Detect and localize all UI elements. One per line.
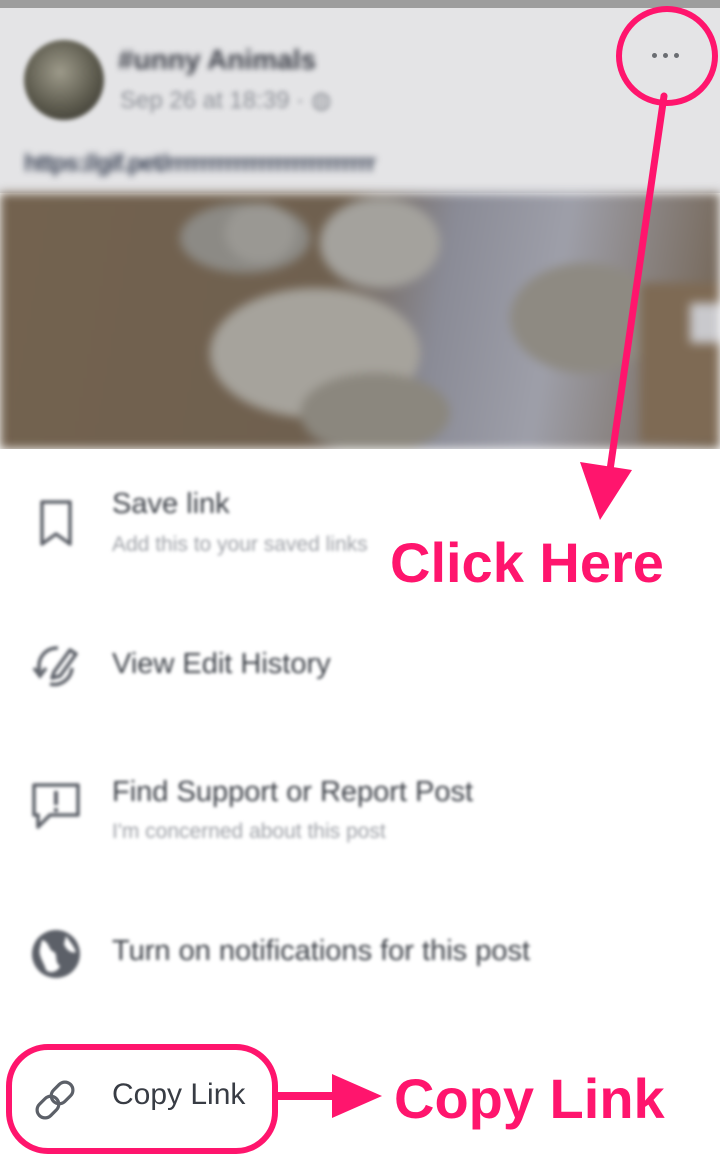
- post-timestamp: Sep 26 at 18:39 · ◍: [120, 87, 332, 114]
- menu-item-label: Turn on notifications for this post: [112, 935, 531, 967]
- menu-item-sublabel: Add this to your saved links: [112, 533, 368, 556]
- globe-small-icon: ◍: [310, 87, 332, 114]
- post-author[interactable]: #unny Animals: [118, 44, 316, 76]
- click-here-annotation: Click Here: [390, 531, 664, 594]
- menu-item-sublabel: I'm concerned about this post: [112, 820, 386, 843]
- post-image[interactable]: [0, 193, 720, 449]
- post-link-text[interactable]: https://gif.pet/rrrrrrrrrrrrrrrrrrrrrrrr…: [24, 150, 376, 178]
- bookmark-icon: [40, 500, 72, 546]
- globe-icon: [32, 930, 80, 978]
- menu-item-label: Save link: [112, 488, 230, 520]
- more-button-highlight-ring: [616, 6, 718, 106]
- copy-link-highlight-ring: [6, 1044, 278, 1154]
- edit-history-icon: [32, 646, 78, 687]
- top-status-strip: [0, 0, 720, 8]
- menu-item-label: Find Support or Report Post: [112, 776, 474, 808]
- menu-item-label: View Edit History: [112, 648, 331, 680]
- avatar[interactable]: [24, 40, 104, 120]
- report-icon: [32, 783, 80, 829]
- copy-link-annotation: Copy Link: [394, 1067, 665, 1130]
- post-header: #unny Animals Sep 26 at 18:39 · ◍ https:…: [0, 8, 720, 193]
